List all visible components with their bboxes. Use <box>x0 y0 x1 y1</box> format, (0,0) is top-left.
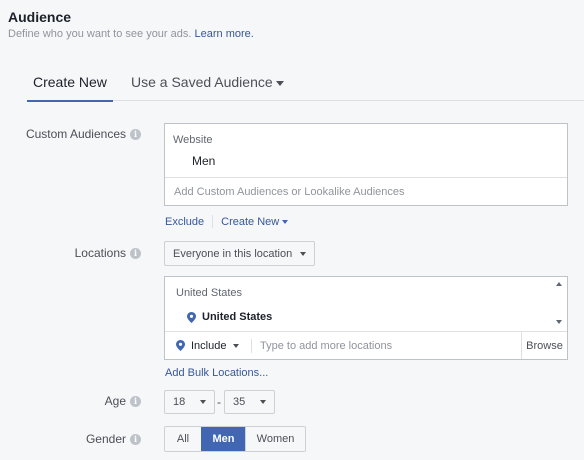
locations-scrollbar[interactable] <box>552 277 567 331</box>
learn-more-link[interactable]: Learn more. <box>195 28 254 40</box>
info-icon[interactable]: i <box>130 433 141 445</box>
caret-down-icon <box>300 251 306 256</box>
caret-down-icon <box>282 219 289 224</box>
custom-audiences-box: Website Men Add Custom Audiences or Look… <box>164 123 568 206</box>
age-max-dropdown[interactable]: 35 <box>224 390 275 414</box>
tab-saved-audience-label: Use a Saved Audience <box>131 74 273 90</box>
age-label-text: Age <box>104 394 126 408</box>
custom-audiences-label-text: Custom Audiences <box>25 127 126 141</box>
create-new-link-label: Create New <box>221 215 280 228</box>
custom-audience-item[interactable]: Men <box>192 154 215 168</box>
create-new-link[interactable]: Create New <box>221 215 289 228</box>
scroll-up-icon[interactable] <box>556 282 562 286</box>
section-subtitle: Define who you want to see your ads. Lea… <box>8 28 254 40</box>
custom-audiences-input[interactable]: Add Custom Audiences or Lookalike Audien… <box>165 177 567 206</box>
location-item[interactable]: United States <box>187 311 272 323</box>
audience-header: Audience Define who you want to see your… <box>8 9 254 40</box>
age-label: Age i <box>105 394 141 408</box>
age-min-value: 18 <box>173 396 186 408</box>
subtitle-text: Define who you want to see your ads. <box>8 28 192 40</box>
location-pin-icon <box>176 340 185 351</box>
location-search-input[interactable]: Type to add more locations <box>252 332 521 359</box>
audience-tabs: Create New Use a Saved Audience <box>27 64 584 102</box>
info-icon[interactable]: i <box>130 395 141 407</box>
location-mode-dropdown[interactable]: Everyone in this location <box>164 241 315 266</box>
info-icon[interactable]: i <box>130 247 141 259</box>
include-label: Include <box>191 339 227 352</box>
locations-label: Locations i <box>75 246 141 260</box>
locations-box: United States United States Include Type… <box>164 276 568 360</box>
caret-down-icon <box>233 343 240 348</box>
include-dropdown[interactable]: Include <box>165 332 251 359</box>
tab-create-new[interactable]: Create New <box>27 64 113 102</box>
gender-all-button[interactable]: All <box>165 427 201 451</box>
browse-button[interactable]: Browse <box>521 332 567 359</box>
locations-label-text: Locations <box>74 246 126 260</box>
custom-audiences-actions: Exclude Create New <box>165 215 289 228</box>
custom-audiences-section: Website <box>173 134 213 146</box>
age-range-dash: - <box>217 395 221 409</box>
location-mode-value: Everyone in this location <box>173 247 293 260</box>
gender-label-text: Gender <box>85 432 126 446</box>
location-item-label: United States <box>202 311 273 323</box>
age-max-value: 35 <box>233 396 246 408</box>
custom-audiences-label: Custom Audiences i <box>26 127 141 141</box>
age-min-dropdown[interactable]: 18 <box>164 390 215 414</box>
info-icon[interactable]: i <box>130 128 141 140</box>
caret-down-icon <box>200 400 206 404</box>
tab-saved-audience[interactable]: Use a Saved Audience <box>125 64 290 101</box>
gender-label: Gender i <box>86 432 141 446</box>
caret-down-icon <box>275 80 284 86</box>
location-pin-icon <box>187 311 196 323</box>
exclude-link[interactable]: Exclude <box>165 216 204 228</box>
scroll-down-icon[interactable] <box>556 320 562 324</box>
locations-section: United States <box>176 287 243 299</box>
add-bulk-locations-link[interactable]: Add Bulk Locations... <box>165 367 268 379</box>
divider <box>212 215 214 228</box>
gender-men-button[interactable]: Men <box>201 427 245 451</box>
caret-down-icon <box>260 400 266 404</box>
gender-toggle-group: All Men Women <box>164 426 306 452</box>
section-title: Audience <box>8 9 72 25</box>
gender-women-button[interactable]: Women <box>245 427 305 451</box>
locations-input-row: Include Type to add more locations Brows… <box>165 331 567 359</box>
